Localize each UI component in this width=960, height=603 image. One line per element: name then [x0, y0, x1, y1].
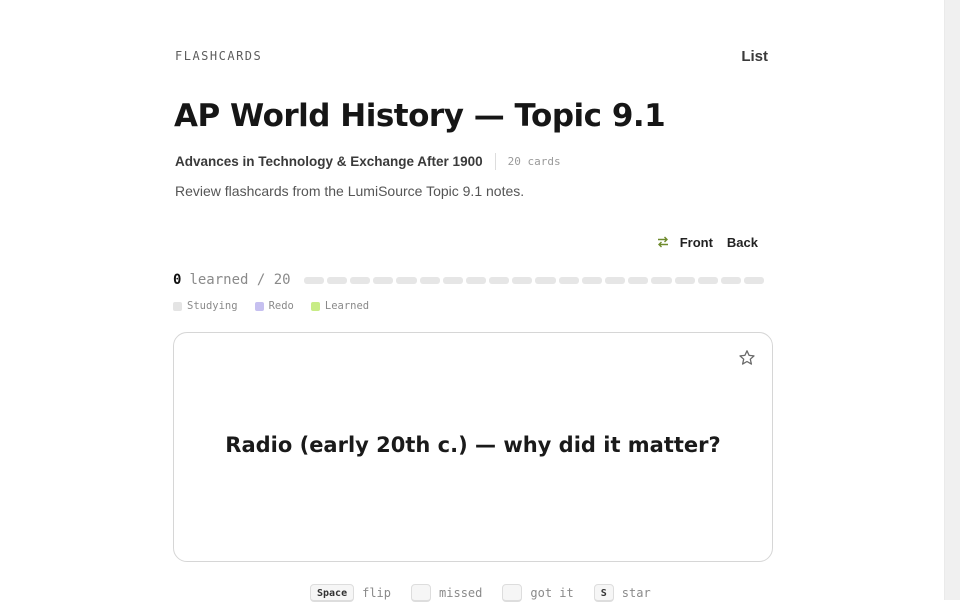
progress-segment — [697, 276, 718, 284]
top-bar: FLASHCARDS List — [175, 48, 770, 67]
progress-segment — [674, 276, 695, 284]
shortcut-key-star: S — [593, 584, 614, 602]
keyboard-shortcuts: Space flip missed got it S star — [310, 584, 671, 602]
progress-segments — [303, 276, 765, 284]
card-prompt: Radio (early 20th c.) — why did it matte… — [225, 433, 721, 457]
shortcut-label-star: star — [621, 586, 651, 600]
front-toggle-button[interactable]: Front — [677, 235, 716, 250]
progress-segment — [744, 276, 765, 284]
progress-segment — [489, 276, 510, 284]
progress-segment — [558, 276, 579, 284]
progress-segment — [373, 276, 394, 284]
progress-segment — [442, 276, 463, 284]
star-icon[interactable] — [738, 349, 756, 367]
legend-swatch-learned — [310, 301, 320, 311]
swap-icon — [657, 236, 668, 248]
progress-segment — [651, 276, 672, 284]
deck-subtitle: Advances in Technology & Exchange After … — [175, 153, 483, 169]
progress-segment — [581, 276, 603, 284]
card-count: 20 cards — [507, 154, 561, 168]
shortcut-key-got-it — [502, 584, 523, 602]
progress-segment — [720, 276, 742, 284]
shortcut-label-got-it: got it — [530, 586, 574, 600]
progress-segment — [465, 276, 487, 284]
progress-segment — [349, 276, 371, 284]
legend-label-studying: Studying — [187, 300, 238, 312]
status-legend: Studying Redo Learned — [173, 300, 369, 312]
shortcut-label-flip: flip — [362, 586, 392, 600]
progress-segment — [326, 276, 347, 284]
progress-segment — [605, 276, 626, 284]
list-link[interactable]: List — [741, 48, 768, 65]
deck-meta: Advances in Technology & Exchange After … — [175, 151, 561, 171]
legend-item-learned: Learned — [310, 300, 370, 312]
section-label: FLASHCARDS — [175, 49, 263, 63]
progress-segment — [535, 276, 556, 284]
deck-description: Review flashcards from the LumiSource To… — [175, 183, 525, 199]
back-toggle-button[interactable]: Back — [724, 235, 761, 250]
legend-item-redo: Redo — [254, 300, 294, 312]
progress-segment — [628, 276, 649, 284]
shortcut-label-missed: missed — [439, 586, 483, 600]
progress-segment — [419, 276, 440, 284]
learned-total-label: learned / 20 — [189, 272, 291, 288]
legend-swatch-redo — [254, 301, 264, 311]
progress-segment — [303, 276, 324, 284]
shortcut-key-flip: Space — [310, 584, 355, 602]
legend-label-learned: Learned — [324, 300, 370, 312]
page-title: AP World History — Topic 9.1 — [174, 98, 666, 134]
face-toggle: Front Back — [657, 233, 761, 251]
shortcut-key-missed — [411, 584, 432, 602]
progress-segment — [396, 276, 417, 284]
legend-swatch-studying — [173, 301, 182, 311]
progress-row: 0 learned / 20 — [173, 270, 773, 290]
flashcard[interactable]: Radio (early 20th c.) — why did it matte… — [173, 332, 773, 562]
page-scrollbar[interactable] — [944, 0, 960, 600]
learned-count: 0 — [173, 272, 182, 288]
legend-item-studying: Studying — [173, 300, 238, 312]
meta-divider — [494, 152, 496, 170]
legend-label-redo: Redo — [268, 300, 294, 312]
progress-segment — [512, 276, 533, 284]
